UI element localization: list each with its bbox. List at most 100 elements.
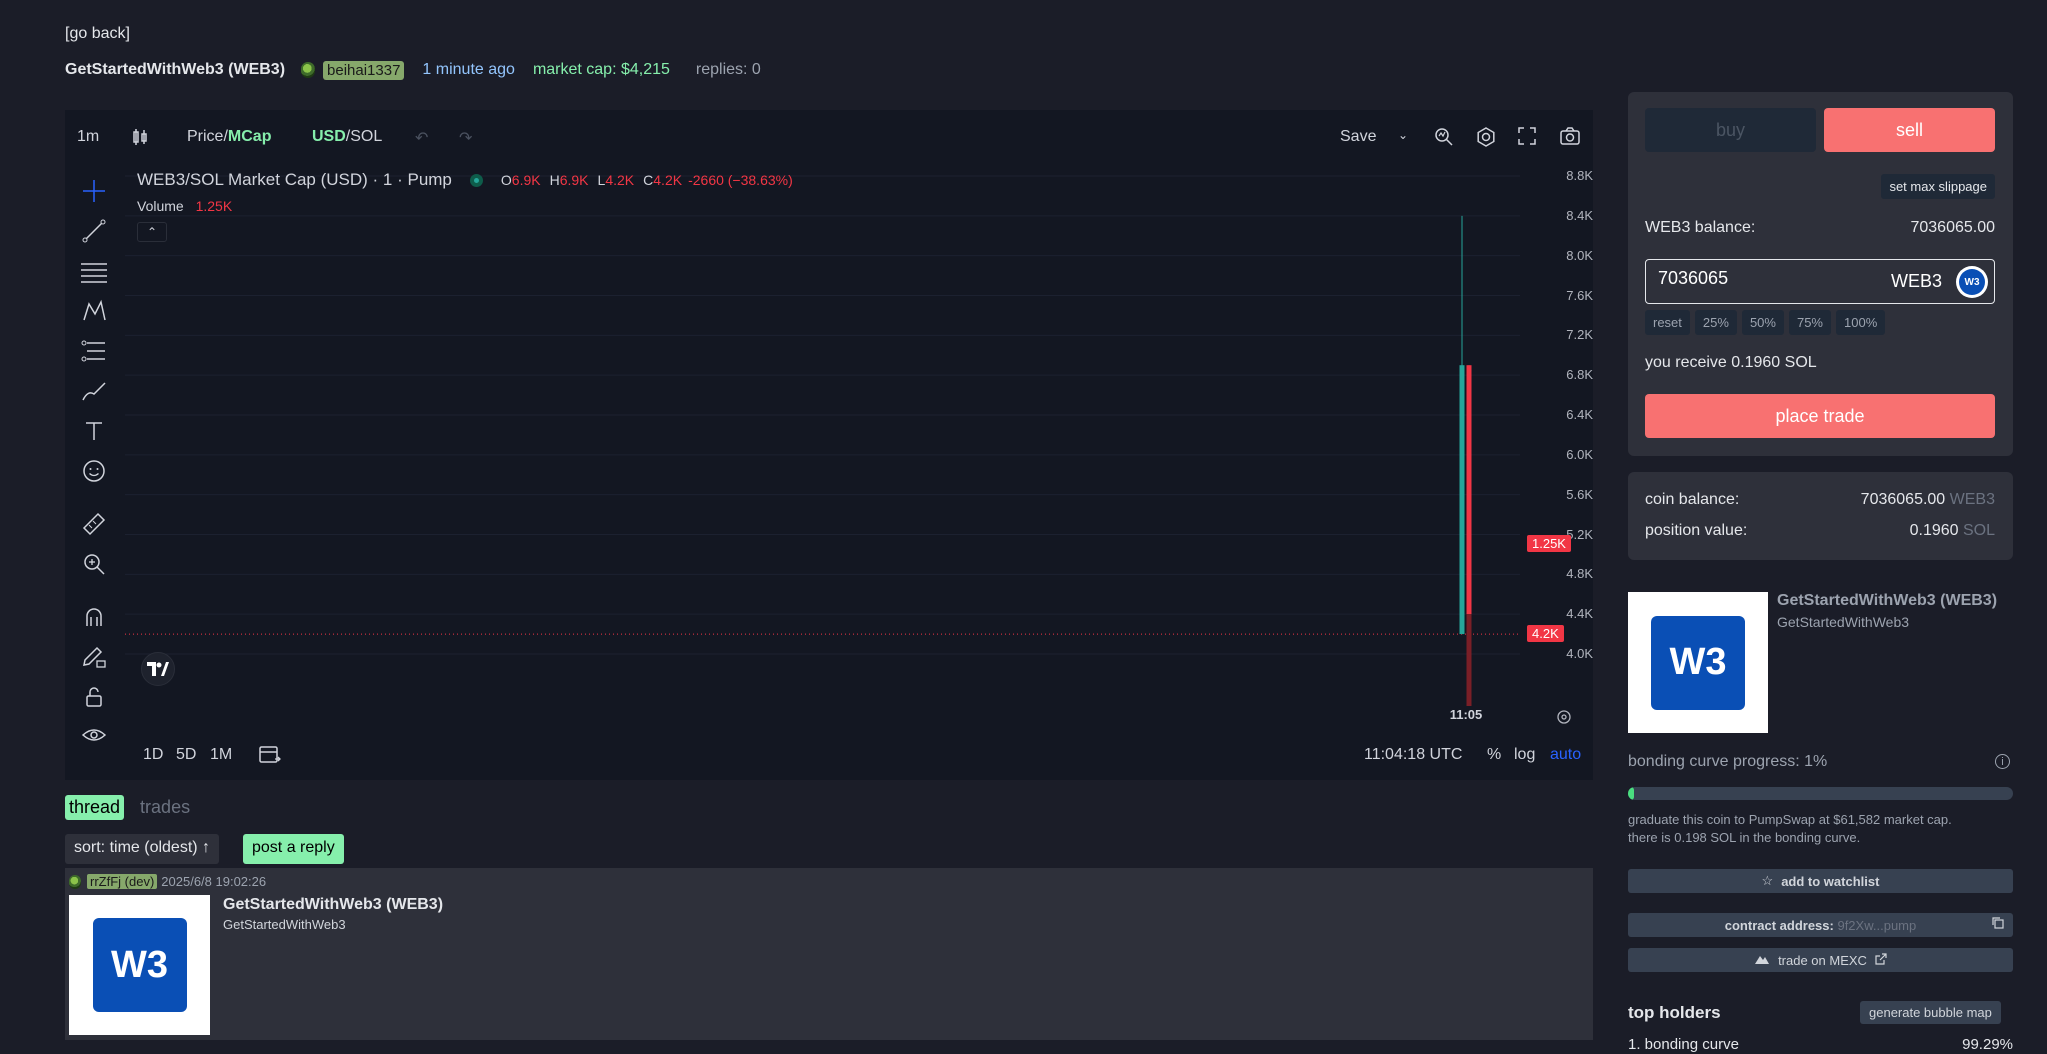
token-title: GetStartedWithWeb3 (WEB3) (65, 61, 286, 78)
range-5d[interactable]: 5D (176, 746, 196, 764)
sort-button[interactable]: sort: time (oldest) ↑ (65, 834, 220, 864)
bonding-curve-bar (1628, 787, 2013, 800)
contract-value: 9f2Xw...pump (1837, 917, 1917, 933)
preset-75[interactable]: 75% (1788, 310, 1831, 335)
bubble-map-button[interactable]: generate bubble map (1860, 1001, 2001, 1024)
volume-bar (1466, 614, 1472, 706)
amount-field-wrapper: WEB3 W3 (1645, 259, 1995, 304)
chart-panel: 1m Price/MCap USD/SOL ↶ ↷ Save ⌄ 8.8K 8.… (65, 110, 1593, 780)
redo-icon[interactable]: ↷ (459, 128, 472, 148)
y-tick-label: 6.4K (1566, 407, 1593, 422)
holder-percent: 99.29% (1962, 1036, 2013, 1053)
calendar-icon[interactable] (257, 743, 281, 770)
post-subtitle: GetStartedWithWeb3 (223, 917, 346, 932)
y-tick-label: 7.2K (1566, 327, 1593, 343)
utc-clock[interactable]: 11:04:18 UTC (1364, 746, 1462, 764)
emoji-icon[interactable] (79, 456, 109, 486)
preset-reset[interactable]: reset (1645, 310, 1690, 335)
preset-25[interactable]: 25% (1694, 310, 1737, 335)
percent-toggle[interactable]: % (1487, 746, 1501, 764)
camera-icon[interactable] (1559, 126, 1581, 151)
amount-input[interactable] (1658, 268, 1858, 289)
sell-tab[interactable]: sell (1824, 108, 1995, 152)
candle-type-icon[interactable] (131, 127, 149, 152)
bonding-sol-text: there is 0.198 SOL in the bonding curve. (1628, 830, 1861, 845)
post-reply-button[interactable]: post a reply (243, 834, 344, 864)
web3-logo-icon: W3 (1651, 615, 1745, 710)
volume-price-marker: 1.25K (1527, 535, 1571, 553)
tab-trades[interactable]: trades (136, 795, 194, 820)
tradingview-logo[interactable] (141, 652, 175, 686)
y-tick-label: 4.4K (1566, 606, 1593, 622)
sol-label: SOL (350, 128, 383, 145)
post-meta: rrZfFj (dev) 2025/6/8 19:02:26 (69, 874, 266, 889)
log-toggle[interactable]: log (1514, 746, 1535, 764)
collapse-legend-button[interactable]: ⌃ (137, 222, 167, 242)
candlestick-chart: 11:05 (125, 175, 1520, 722)
position-value: 0.1960 SOL (1909, 522, 1995, 539)
y-tick-label: 6.0K (1566, 446, 1593, 462)
usd-label: USD (312, 128, 346, 145)
magnet-icon[interactable] (79, 602, 109, 632)
indicator-search-icon[interactable] (1433, 126, 1455, 153)
copy-icon[interactable] (1991, 916, 2005, 933)
pencil-lock-icon[interactable] (79, 642, 109, 672)
text-tool-icon[interactable] (79, 416, 109, 446)
trade-panel: buy sell set max slippage WEB3 balance: … (1628, 92, 2013, 456)
range-1d[interactable]: 1D (143, 746, 163, 764)
coin-balance-value: 7036065.00 WEB3 (1860, 491, 1995, 508)
ruler-icon[interactable] (79, 509, 109, 539)
thread-post: rrZfFj (dev) 2025/6/8 19:02:26 W3 GetSta… (65, 868, 1593, 1040)
y-tick-label: 5.6K (1566, 486, 1593, 502)
creator-badge[interactable]: beihai1337 (323, 60, 405, 80)
info-icon[interactable]: i (1995, 754, 2010, 769)
preset-50[interactable]: 50% (1741, 310, 1784, 335)
contract-address-button[interactable]: contract address: 9f2Xw...pump (1628, 913, 2013, 937)
candle-body (1459, 365, 1465, 635)
mexc-icon (1754, 953, 1770, 968)
x-tick-label: 11:05 (1450, 707, 1483, 722)
y-tick-label: 4.8K (1566, 566, 1593, 582)
ohlc-change: -2660 (−38.63%) (688, 172, 793, 188)
horizontal-lines-icon[interactable] (79, 256, 109, 286)
coin-image: W3 (1628, 592, 1768, 733)
place-trade-button[interactable]: place trade (1645, 394, 1995, 438)
auto-toggle[interactable]: auto (1550, 746, 1581, 764)
save-dropdown-icon[interactable]: ⌄ (1398, 128, 1408, 142)
chart-settings-gear-icon[interactable] (1556, 709, 1572, 730)
ohlc-open: O6.9K (500, 172, 541, 188)
zoom-in-icon[interactable] (79, 549, 109, 579)
fullscreen-icon[interactable] (1517, 126, 1537, 151)
post-image: W3 (69, 895, 210, 1035)
usd-sol-toggle[interactable]: USD/SOL (312, 128, 382, 146)
price-axis: 8.8K 8.4K 8.0K 7.6K 7.2K 6.8K 6.4K 6.0K 5.6K 5.2K… (1527, 166, 1593, 726)
fib-icon[interactable] (79, 336, 109, 366)
post-user-badge[interactable]: rrZfFj (dev) (87, 874, 158, 889)
trade-on-mexc-button[interactable]: trade on MEXC (1628, 948, 2013, 972)
lock-icon[interactable] (79, 682, 109, 712)
amount-presets: reset 25% 50% 75% 100% (1645, 310, 1886, 335)
tab-thread[interactable]: thread (65, 795, 125, 820)
crosshair-icon[interactable] (79, 176, 109, 206)
buy-tab[interactable]: buy (1645, 108, 1816, 152)
y-tick-label: 7.6K (1566, 287, 1593, 303)
position-value-row: position value: 0.1960 SOL (1645, 522, 1995, 540)
symbol-label: WEB3/SOL Market Cap (USD) · 1 · Pump (137, 170, 452, 189)
save-button[interactable]: Save (1340, 128, 1376, 146)
price-mcap-toggle[interactable]: Price/MCap (187, 128, 271, 146)
ohlc-close: C4.2K (643, 172, 683, 188)
preset-100[interactable]: 100% (1836, 310, 1886, 335)
watchlist-button[interactable]: ☆ add to watchlist (1628, 869, 2013, 893)
holder-name: 1. bonding curve (1628, 1036, 1739, 1053)
trend-line-icon[interactable] (79, 216, 109, 246)
post-avatar (69, 874, 81, 889)
pattern-icon[interactable] (79, 296, 109, 326)
go-back-link[interactable]: [go back] (65, 25, 130, 43)
max-slippage-button[interactable]: set max slippage (1881, 174, 1995, 199)
range-1m[interactable]: 1M (210, 746, 232, 764)
brush-icon[interactable] (79, 376, 109, 406)
interval-selector[interactable]: 1m (77, 128, 99, 146)
settings-icon[interactable] (1475, 126, 1497, 153)
undo-icon[interactable]: ↶ (415, 128, 428, 148)
web3-logo-icon: W3 (92, 918, 187, 1012)
